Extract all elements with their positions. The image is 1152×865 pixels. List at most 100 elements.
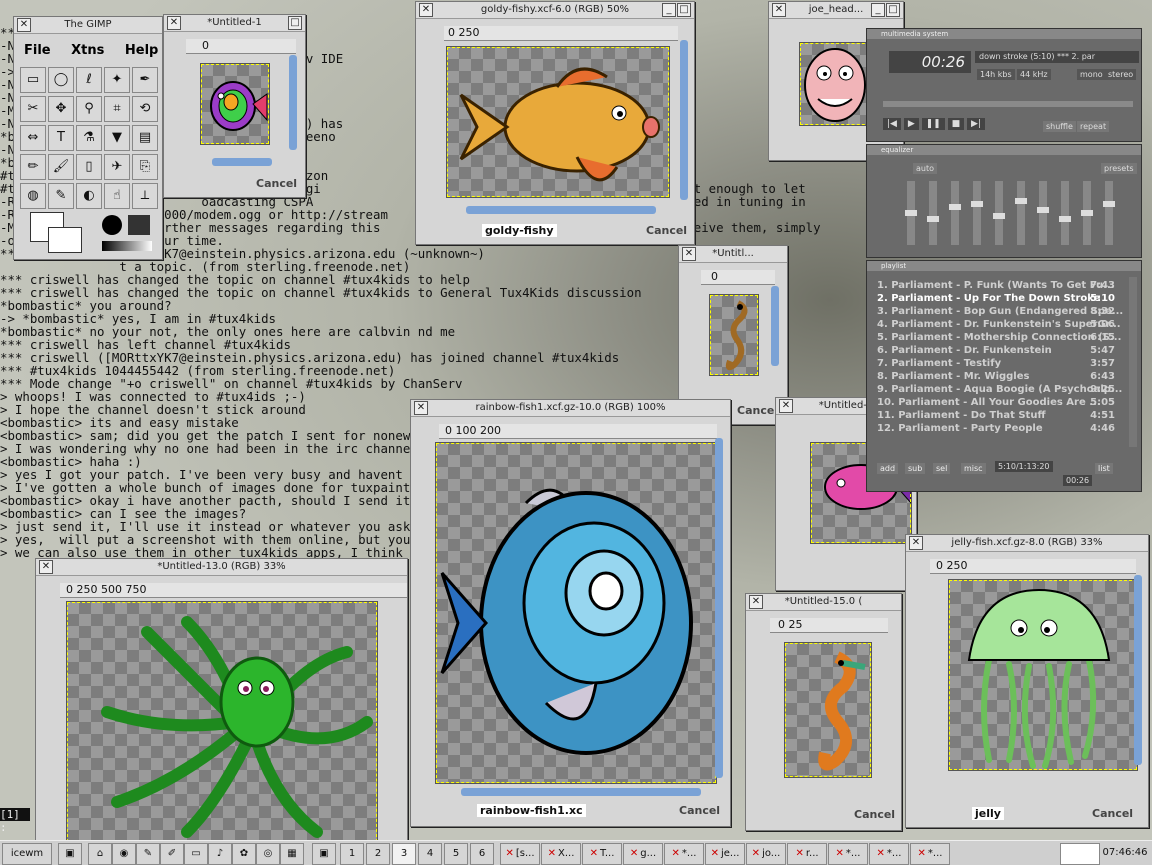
fuzzy-select-tool-icon[interactable]: ✦ bbox=[104, 67, 130, 93]
paint-launcher-icon[interactable]: ✿ bbox=[232, 843, 256, 865]
maximize-icon[interactable]: □ bbox=[288, 16, 302, 30]
home-icon[interactable]: ⌂ bbox=[88, 843, 112, 865]
task-button[interactable]: ✕ *... bbox=[664, 843, 704, 865]
smudge-tool-icon[interactable]: ☝ bbox=[104, 183, 130, 209]
ink-tool-icon[interactable]: ✎ bbox=[48, 183, 74, 209]
eq-band-slider[interactable] bbox=[993, 181, 1005, 245]
multimedia-player[interactable]: multimedia system down stroke (5:10) ***… bbox=[866, 28, 1142, 142]
next-button[interactable]: ▶| bbox=[967, 118, 985, 130]
image-name-field[interactable]: jelly bbox=[972, 807, 1004, 820]
color-picker-tool-icon[interactable]: ⚗ bbox=[76, 125, 102, 151]
image-canvas[interactable] bbox=[446, 46, 670, 198]
bezier-tool-icon[interactable]: ✒ bbox=[132, 67, 158, 93]
task-button[interactable]: ✕ [s... bbox=[500, 843, 540, 865]
untitled-1-window[interactable]: ✕ *Untitled-1 □ 0 Cancel bbox=[163, 14, 306, 198]
close-icon[interactable]: ✕ bbox=[39, 560, 53, 574]
rect-select-tool-icon[interactable]: ▭ bbox=[20, 67, 46, 93]
goldy-fishy-window[interactable]: ✕ goldy-fishy.xcf-6.0 (RGB) 50% _ □ 0 25… bbox=[415, 1, 695, 245]
eraser-tool-icon[interactable]: ▯ bbox=[76, 154, 102, 180]
flip-tool-icon[interactable]: ⇔ bbox=[20, 125, 46, 151]
eq-band-slider[interactable] bbox=[1037, 181, 1049, 245]
clock[interactable]: 07:46:46 bbox=[1100, 843, 1150, 863]
minimize-icon[interactable]: _ bbox=[871, 3, 885, 17]
untitled-15-window[interactable]: ✕ *Untitled-15.0 ( 0 25 Cancel bbox=[745, 593, 902, 831]
eq-slider-knob[interactable] bbox=[905, 210, 917, 216]
vertical-scrollbar[interactable] bbox=[771, 286, 779, 366]
eq-band-slider[interactable] bbox=[1015, 181, 1027, 245]
playlist-item[interactable]: 11. Parliament - Do That Stuff 4:51 bbox=[867, 409, 1127, 422]
gimp-toolbox-window[interactable]: ✕ The GIMP File Xtns Help ▭ ◯ ℓ ✦ ✒ ✂ ✥ ⚲ ⌗ ⟲ ⇔ T ⚗ ▼… bbox=[13, 16, 163, 260]
equalizer-window[interactable]: equalizer auto presets bbox=[866, 144, 1142, 258]
browser-icon[interactable]: ◉ bbox=[112, 843, 136, 865]
eq-band-slider[interactable] bbox=[927, 181, 939, 245]
playlist-item[interactable]: 10. Parliament - All Your Goodies Are ..… bbox=[867, 396, 1127, 409]
workspace-button[interactable]: 2 bbox=[366, 843, 390, 865]
playlist-sel-button[interactable]: sel bbox=[933, 463, 951, 474]
eq-slider-knob[interactable] bbox=[949, 204, 961, 210]
task-button[interactable]: ✕ X... bbox=[541, 843, 581, 865]
vertical-scrollbar[interactable] bbox=[1134, 575, 1142, 765]
vertical-scrollbar[interactable] bbox=[680, 40, 688, 200]
airbrush-tool-icon[interactable]: ✈ bbox=[104, 154, 130, 180]
background-color-swatch[interactable] bbox=[48, 227, 82, 253]
task-button[interactable]: ✕ *... bbox=[869, 843, 909, 865]
pause-button[interactable]: ❚❚ bbox=[921, 118, 945, 130]
scissors-tool-icon[interactable]: ✂ bbox=[20, 96, 46, 122]
eq-band-slider[interactable] bbox=[971, 181, 983, 245]
playlist-item[interactable]: 7. Parliament - Testify 3:57 bbox=[867, 357, 1127, 370]
playlist-sub-button[interactable]: sub bbox=[905, 463, 926, 474]
bucket-fill-tool-icon[interactable]: ▼ bbox=[104, 125, 130, 151]
close-icon[interactable]: ✕ bbox=[167, 16, 181, 30]
ellipse-select-tool-icon[interactable]: ◯ bbox=[48, 67, 74, 93]
cd-launcher-icon[interactable]: ◎ bbox=[256, 843, 280, 865]
convolve-tool-icon[interactable]: ◍ bbox=[20, 183, 46, 209]
terminal-prompt[interactable]: [1] : bbox=[0, 808, 30, 834]
playlist-item[interactable]: 3. Parliament - Bop Gun (Endangered Spe.… bbox=[867, 305, 1127, 318]
horizontal-scrollbar[interactable] bbox=[212, 158, 272, 166]
task-button[interactable]: ✕ *... bbox=[828, 843, 868, 865]
maximize-icon[interactable]: □ bbox=[677, 3, 691, 17]
move-tool-icon[interactable]: ✥ bbox=[48, 96, 74, 122]
workspace-button[interactable]: 6 bbox=[470, 843, 494, 865]
start-menu-button[interactable]: icewm bbox=[2, 843, 52, 865]
image-name-field[interactable]: goldy-fishy bbox=[482, 224, 557, 237]
show-desktop-icon[interactable]: ▣ bbox=[58, 843, 82, 865]
cancel-button[interactable]: Cancel bbox=[737, 404, 778, 417]
maximize-icon[interactable]: □ bbox=[886, 3, 900, 17]
workspace-button[interactable]: 3 bbox=[392, 843, 416, 865]
playlist-add-button[interactable]: add bbox=[877, 463, 899, 474]
stop-button[interactable]: ■ bbox=[947, 118, 965, 130]
measure-tool-icon[interactable]: ⟂ bbox=[132, 183, 158, 209]
eq-band-slider[interactable] bbox=[1059, 181, 1071, 245]
rainbow-fish-window[interactable]: ✕ rainbow-fish1.xcf.gz-10.0 (RGB) 100% 0… bbox=[410, 399, 731, 827]
transform-tool-icon[interactable]: ⟲ bbox=[132, 96, 158, 122]
pattern-preview[interactable] bbox=[128, 215, 150, 235]
close-icon[interactable]: ✕ bbox=[414, 401, 428, 415]
eq-slider-knob[interactable] bbox=[971, 201, 983, 207]
cancel-button[interactable]: Cancel bbox=[854, 808, 895, 821]
playlist-scrollbar[interactable] bbox=[1129, 277, 1137, 447]
close-icon[interactable]: ✕ bbox=[909, 536, 923, 550]
jelly-fish-window[interactable]: ✕ jelly-fish.xcf.gz-8.0 (RGB) 33% 0 250 … bbox=[905, 534, 1149, 828]
task-button[interactable]: ✕ je... bbox=[705, 843, 745, 865]
cancel-button[interactable]: Cancel bbox=[256, 177, 297, 190]
playlist-item[interactable]: 6. Parliament - Dr. Funkenstein 5:47 bbox=[867, 344, 1127, 357]
task-button[interactable]: ✕ T... bbox=[582, 843, 622, 865]
workspace-button[interactable]: 5 bbox=[444, 843, 468, 865]
close-icon[interactable]: ✕ bbox=[749, 595, 763, 609]
menu-file[interactable]: File bbox=[24, 43, 51, 58]
media-launcher-icon[interactable]: ♪ bbox=[208, 843, 232, 865]
gimp-launcher-icon[interactable]: ✎ bbox=[136, 843, 160, 865]
menu-help[interactable]: Help bbox=[125, 43, 158, 58]
close-icon[interactable]: ✕ bbox=[779, 399, 793, 413]
horizontal-scrollbar[interactable] bbox=[466, 206, 656, 214]
eq-band-slider[interactable] bbox=[905, 181, 917, 245]
editor-launcher-icon[interactable]: ✐ bbox=[160, 843, 184, 865]
horizontal-scrollbar[interactable] bbox=[461, 788, 701, 796]
dodge-tool-icon[interactable]: ◐ bbox=[76, 183, 102, 209]
playlist-misc-button[interactable]: misc bbox=[961, 463, 986, 474]
task-button[interactable]: ✕ g... bbox=[623, 843, 663, 865]
playlist-item[interactable]: 9. Parliament - Aqua Boogie (A Psychoalp… bbox=[867, 383, 1127, 396]
pencil-tool-icon[interactable]: ✏ bbox=[20, 154, 46, 180]
image-launcher-icon[interactable]: ▦ bbox=[280, 843, 304, 865]
